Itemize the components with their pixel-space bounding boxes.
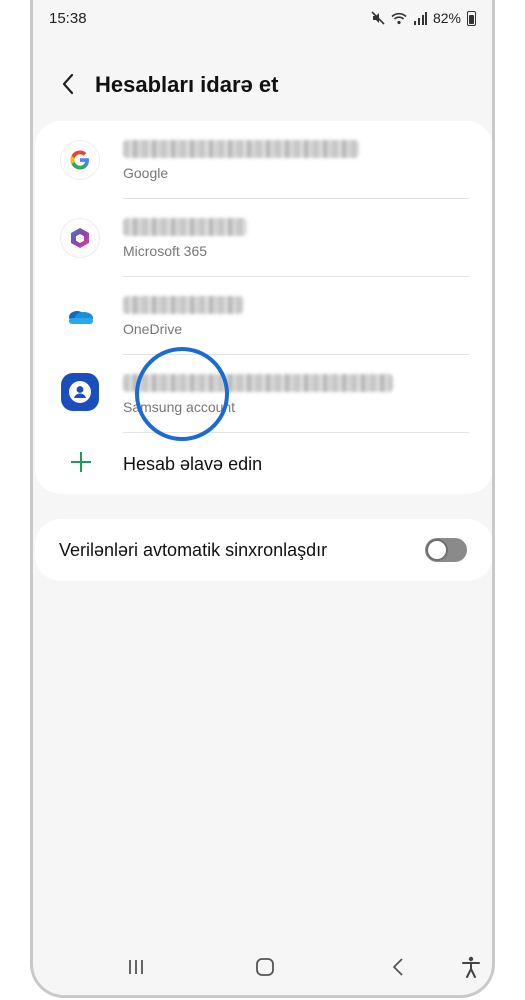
divider: [123, 432, 469, 433]
account-type-label: Microsoft 365: [123, 243, 208, 259]
account-row-google[interactable]: Google: [35, 121, 492, 199]
accounts-card: Google Microsoft 365 OneDrive Samsung ac…: [35, 121, 492, 494]
add-account-label: Hesab əlavə edin: [123, 454, 263, 474]
samsung-account-icon: [61, 373, 99, 411]
account-name-redacted: [123, 140, 359, 158]
microsoft365-icon: [61, 219, 99, 257]
page-title: Hesabları idarə et: [95, 72, 279, 97]
mute-icon: [371, 11, 385, 25]
sync-card: Verilənləri avtomatik sinxronlaşdır: [35, 519, 492, 581]
add-account-button[interactable]: Hesab əlavə edin: [35, 434, 492, 494]
accessibility-icon: [462, 956, 480, 978]
accessibility-button[interactable]: [457, 953, 485, 981]
auto-sync-toggle[interactable]: [425, 538, 467, 562]
account-type-label: Google: [123, 165, 169, 181]
nav-back-button[interactable]: [384, 953, 412, 981]
signal-icon: [413, 11, 427, 25]
recent-apps-button[interactable]: [122, 953, 150, 981]
account-name-redacted: [123, 374, 393, 392]
chevron-left-icon: [62, 73, 74, 95]
header: Hesabları idarə et: [33, 62, 492, 106]
account-row-samsung[interactable]: Samsung account: [35, 355, 492, 433]
account-row-microsoft365[interactable]: Microsoft 365: [35, 199, 492, 277]
home-icon: [256, 958, 274, 976]
wifi-icon: [391, 12, 407, 24]
status-time: 15:38: [49, 10, 87, 27]
recent-apps-icon: [129, 960, 143, 974]
auto-sync-label: Verilənləri avtomatik sinxronlaşdır: [59, 540, 328, 560]
phone-frame: 15:38 82% Hesabları idarə et Google Micr…: [30, 0, 495, 998]
account-type-label: Samsung account: [123, 399, 236, 415]
account-row-onedrive[interactable]: OneDrive: [35, 277, 492, 355]
account-name-redacted: [123, 296, 243, 314]
home-button[interactable]: [251, 953, 279, 981]
nav-back-icon: [393, 958, 403, 976]
navigation-bar: [33, 945, 492, 985]
status-icons: 82%: [371, 10, 476, 26]
plus-icon: [71, 452, 91, 472]
account-type-label: OneDrive: [123, 321, 183, 337]
battery-icon: [467, 10, 476, 26]
account-name-redacted: [123, 218, 247, 236]
battery-percent: 82%: [432, 10, 461, 26]
status-bar: 15:38 82%: [33, 0, 492, 36]
google-icon: [61, 141, 99, 179]
back-button[interactable]: [55, 70, 81, 98]
onedrive-icon: [61, 297, 99, 335]
toggle-knob: [426, 539, 448, 561]
